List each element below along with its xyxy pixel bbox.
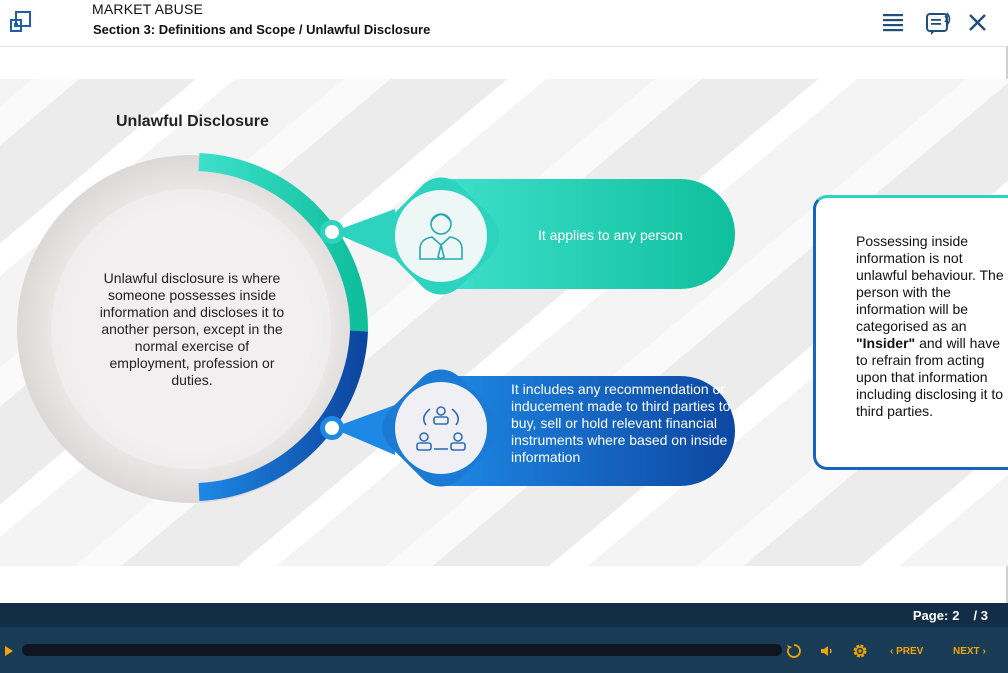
icon-badge-1	[395, 190, 487, 282]
definition-text: Unlawful disclosure is where someone pos…	[99, 270, 285, 388]
play-icon[interactable]	[4, 645, 14, 657]
expand-window-icon[interactable]	[9, 10, 33, 34]
volume-icon[interactable]	[818, 642, 836, 660]
gear-icon[interactable]	[851, 642, 869, 660]
page-indicator: Page: 2/ 3	[912, 608, 988, 623]
replay-icon[interactable]	[785, 642, 803, 660]
header: MARKET ABUSE Section 3: Definitions and …	[0, 0, 1008, 47]
point-text-2: It includes any recommendation or induce…	[511, 381, 731, 465]
hamburger-menu-icon[interactable]	[878, 8, 908, 38]
course-title: MARKET ABUSE	[92, 1, 204, 17]
prev-button[interactable]: ‹ PREV	[890, 646, 923, 657]
page-total: / 3	[973, 608, 988, 623]
point-text-1: It applies to any person	[538, 227, 683, 243]
player-controls: ‹ PREV NEXT ›	[0, 627, 1008, 673]
insider-highlight: "Insider"	[856, 335, 916, 351]
page-indicator-bar: Page: 2/ 3	[0, 603, 1008, 627]
content-stage: Unlawful Disclosure Unlawful disclosure …	[0, 79, 1008, 566]
icon-badge-2	[395, 382, 487, 474]
insider-note-text: Possessing inside information is not unl…	[856, 233, 1004, 419]
progress-bar[interactable]	[22, 644, 782, 656]
close-icon[interactable]	[963, 8, 993, 38]
transcript-icon[interactable]	[923, 8, 953, 38]
section-title: Section 3: Definitions and Scope / Unlaw…	[93, 22, 431, 37]
page-current: 2	[952, 608, 960, 623]
next-button[interactable]: NEXT ›	[953, 646, 986, 657]
insider-note-card: Possessing inside information is not unl…	[813, 195, 1008, 470]
